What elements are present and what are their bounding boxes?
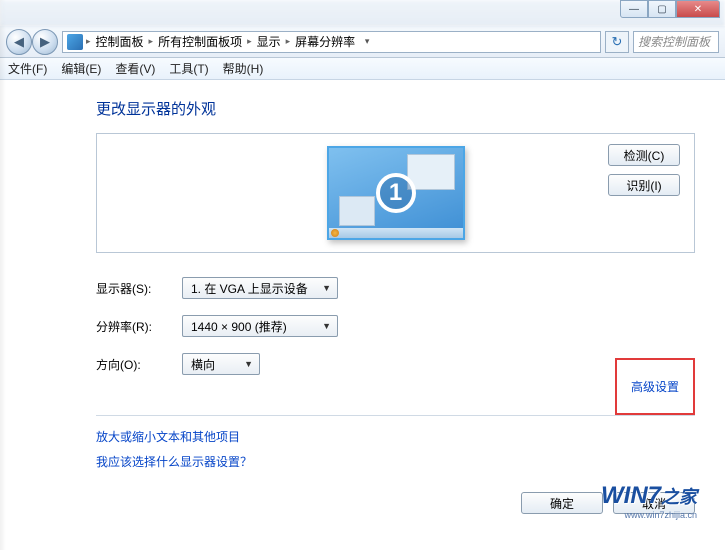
- menu-bar: 文件(F) 编辑(E) 查看(V) 工具(T) 帮助(H): [0, 58, 725, 80]
- address-bar[interactable]: ▸ 控制面板 ▸ 所有控制面板项 ▸ 显示 ▸ 屏幕分辨率 ▾: [62, 31, 601, 53]
- chevron-right-icon: ▸: [85, 36, 92, 47]
- resolution-value: 1440 × 900 (推荐): [191, 318, 287, 335]
- menu-edit[interactable]: 编辑(E): [61, 60, 101, 77]
- menu-help[interactable]: 帮助(H): [223, 60, 264, 77]
- display-help-link[interactable]: 我应该选择什么显示器设置？: [96, 455, 252, 469]
- back-button[interactable]: ◀: [6, 29, 32, 55]
- identify-button[interactable]: 识别(I): [608, 174, 680, 196]
- chevron-right-icon: ▸: [285, 36, 292, 47]
- display-value: 1. 在 VGA 上显示设备: [191, 280, 308, 297]
- window-controls: — ▢ ✕: [620, 0, 720, 18]
- chevron-right-icon: ▸: [246, 36, 253, 47]
- orientation-value: 横向: [191, 356, 215, 373]
- chevron-down-icon: ▼: [244, 359, 253, 369]
- menu-tools[interactable]: 工具(T): [169, 60, 208, 77]
- breadcrumb[interactable]: 控制面板: [94, 33, 146, 50]
- resolution-label: 分辨率(R):: [96, 318, 182, 335]
- address-dropdown-icon[interactable]: ▾: [359, 36, 375, 47]
- refresh-button[interactable]: ↻: [605, 31, 629, 53]
- advanced-settings-link[interactable]: 高级设置: [631, 380, 679, 394]
- dialog-buttons: 确定 取消: [521, 492, 695, 514]
- minimize-button[interactable]: —: [620, 0, 648, 18]
- orientation-label: 方向(O):: [96, 356, 182, 373]
- ok-button[interactable]: 确定: [521, 492, 603, 514]
- chevron-right-icon: ▸: [148, 36, 155, 47]
- forward-button[interactable]: ▶: [32, 29, 58, 55]
- menu-file[interactable]: 文件(F): [8, 60, 47, 77]
- breadcrumb[interactable]: 显示: [255, 33, 283, 50]
- start-orb-icon: [331, 229, 339, 237]
- window-icon: [339, 196, 375, 226]
- navigation-bar: ◀ ▶ ▸ 控制面板 ▸ 所有控制面板项 ▸ 显示 ▸ 屏幕分辨率 ▾ ↻ 搜索…: [0, 26, 725, 58]
- close-button[interactable]: ✕: [676, 0, 720, 18]
- display-label: 显示器(S):: [96, 280, 182, 297]
- advanced-settings-highlight: 高级设置: [615, 358, 695, 415]
- divider: [96, 415, 695, 416]
- chevron-down-icon: ▼: [322, 321, 331, 331]
- resolution-select[interactable]: 1440 × 900 (推荐) ▼: [182, 315, 338, 337]
- taskbar-icon: [329, 228, 463, 238]
- chevron-down-icon: ▼: [322, 283, 331, 293]
- text-size-link[interactable]: 放大或缩小文本和其他项目: [96, 430, 240, 444]
- control-panel-icon: [67, 34, 83, 50]
- cancel-button[interactable]: 取消: [613, 492, 695, 514]
- monitor-thumbnail[interactable]: 1: [327, 146, 465, 240]
- detect-button[interactable]: 检测(C): [608, 144, 680, 166]
- breadcrumb[interactable]: 屏幕分辨率: [293, 33, 357, 50]
- menu-view[interactable]: 查看(V): [115, 60, 155, 77]
- page-title: 更改显示器的外观: [96, 98, 695, 119]
- orientation-select[interactable]: 横向 ▼: [182, 353, 260, 375]
- monitor-number-badge: 1: [376, 173, 416, 213]
- maximize-button[interactable]: ▢: [648, 0, 676, 18]
- display-preview-panel: 1 检测(C) 识别(I): [96, 133, 695, 253]
- breadcrumb[interactable]: 所有控制面板项: [156, 33, 244, 50]
- display-select[interactable]: 1. 在 VGA 上显示设备 ▼: [182, 277, 338, 299]
- search-input[interactable]: 搜索控制面板: [633, 31, 719, 53]
